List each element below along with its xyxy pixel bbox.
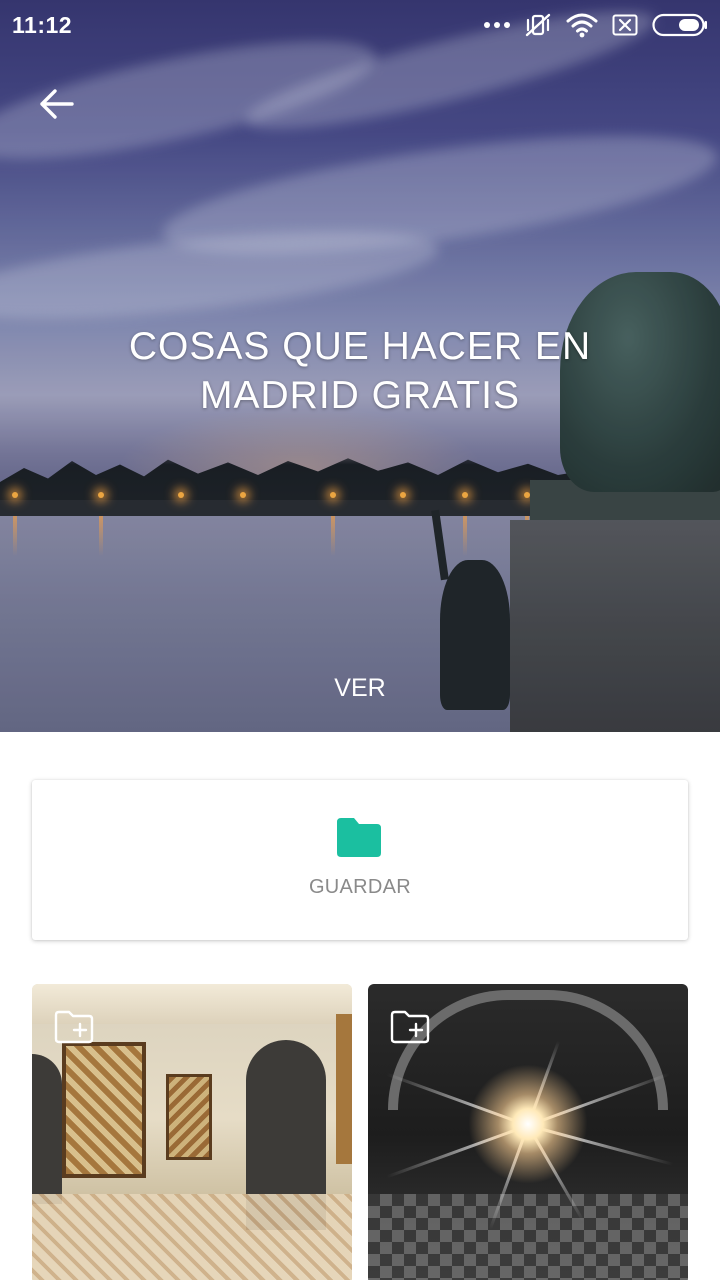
back-arrow-icon <box>40 89 74 119</box>
folder-icon <box>337 818 381 857</box>
save-card[interactable]: GUARDAR <box>32 780 688 940</box>
floor-mosaic <box>32 1194 352 1280</box>
wall-mosaic <box>166 1074 212 1160</box>
folder-add-icon[interactable] <box>390 1010 430 1044</box>
folder-add-icon[interactable] <box>54 1010 94 1044</box>
wall-mosaic <box>336 1014 352 1164</box>
more-dots-icon <box>484 22 510 28</box>
save-label: GUARDAR <box>308 876 412 898</box>
gallery-card-installation[interactable] <box>368 984 688 1280</box>
gallery-card-museum[interactable] <box>32 984 352 1280</box>
status-icons <box>484 10 708 40</box>
page-title: COSAS QUE HACER EN MADRID GRATIS <box>128 325 592 417</box>
hero-banner: COSAS QUE HACER EN MADRID GRATIS VER <box>0 0 720 732</box>
museum-archway <box>32 1054 62 1204</box>
light-burst <box>468 1064 588 1184</box>
view-button[interactable]: VER <box>320 668 400 708</box>
status-bar: 11:12 <box>0 0 720 50</box>
vibrate-off-icon <box>525 13 551 37</box>
status-time: 11:12 <box>12 12 73 38</box>
wall-mosaic <box>62 1042 146 1178</box>
battery-icon <box>652 13 707 37</box>
wifi-icon <box>566 13 598 38</box>
checkered-floor <box>368 1194 688 1280</box>
back-button[interactable] <box>34 84 78 124</box>
sim-x-icon <box>612 14 638 36</box>
